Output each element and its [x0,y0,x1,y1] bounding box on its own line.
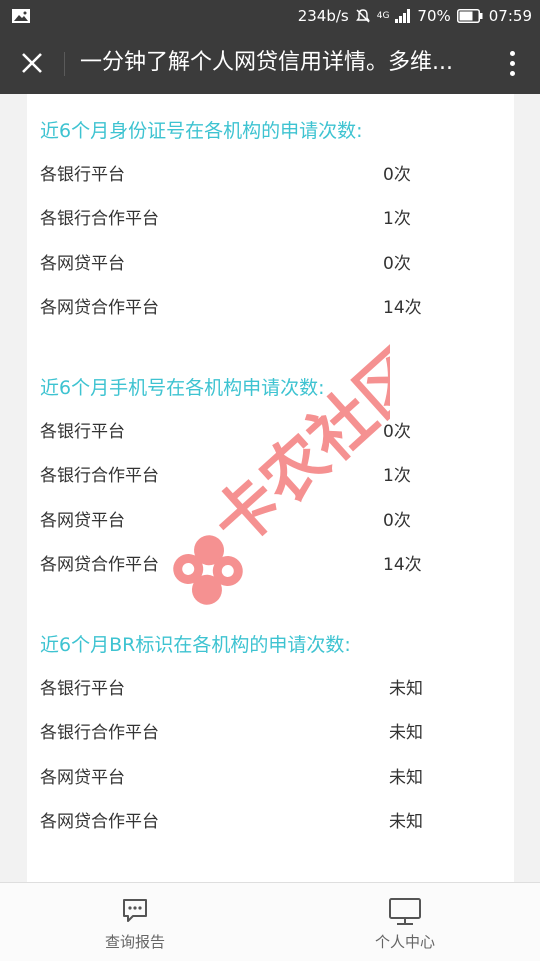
battery-icon [456,9,483,23]
table-row: 各银行合作平台 1次 [27,454,514,498]
row-value: 未知 [389,812,423,832]
net-speed: 234b/s [297,7,349,25]
row-label: 各银行平台 [40,165,125,185]
signal-icon [395,9,411,23]
more-dot-icon [509,60,515,66]
row-value: 未知 [389,723,423,743]
table-row: 各网贷平台 0次 [27,499,514,543]
row-label: 各银行平台 [40,679,125,699]
section-heading: 近6个月身份证号在各机构的申请次数: [40,120,363,142]
section-heading: 近6个月手机号在各机构申请次数: [40,377,325,399]
table-row: 各网贷合作平台 14次 [27,543,514,587]
row-label: 各网贷平台 [40,511,125,531]
bottom-nav: 查询报告 个人中心 [0,882,540,961]
nav-label: 查询报告 [104,933,165,951]
row-label: 各网贷合作平台 [40,555,159,575]
row-value: 14次 [383,298,422,318]
mute-icon [355,9,370,23]
image-notification-icon [12,9,30,23]
row-value: 0次 [383,422,411,442]
more-dot-icon [509,50,515,56]
message-icon [123,899,147,922]
row-value: 14次 [383,555,422,575]
table-row: 各银行合作平台 1次 [27,197,514,241]
table-row: 各网贷平台 未知 [27,756,514,800]
row-label: 各网贷平台 [40,768,125,788]
table-row: 各网贷平台 0次 [27,242,514,286]
table-row: 各银行平台 0次 [27,410,514,454]
row-value: 1次 [383,209,411,229]
row-value: 未知 [389,768,423,788]
page-title: 一分钟了解个人网贷信用详情。多维... [80,50,453,75]
nav-query-report[interactable]: 查询报告 [35,883,235,961]
report-content: 近6个月身份证号在各机构的申请次数: 各银行平台 0次 各银行合作平台 1次 各… [27,94,514,882]
clock: 07:59 [488,7,532,25]
row-value: 未知 [389,679,423,699]
more-dot-icon [509,70,515,76]
status-right: 234b/s 4G 70% 07:59 [298,0,532,32]
row-label: 各网贷合作平台 [40,812,159,832]
row-label: 各银行平台 [40,422,125,442]
nav-label: 个人中心 [374,933,435,951]
nav-personal-center[interactable]: 个人中心 [305,883,505,961]
row-value: 0次 [383,254,411,274]
monitor-icon [389,898,421,925]
close-button[interactable] [10,41,54,85]
table-row: 各网贷合作平台 14次 [27,286,514,330]
more-menu-button[interactable] [496,41,528,85]
close-icon [22,53,42,73]
title-bar: 一分钟了解个人网贷信用详情。多维... [0,32,540,94]
status-bar: 234b/s 4G 70% 07:59 [0,0,540,32]
row-value: 0次 [383,165,411,185]
table-row: 各银行合作平台 未知 [27,711,514,755]
row-label: 各网贷合作平台 [40,298,159,318]
row-label: 各银行合作平台 [40,466,159,486]
row-label: 各银行合作平台 [40,209,159,229]
row-label: 各银行合作平台 [40,723,159,743]
row-value: 1次 [383,466,411,486]
row-label: 各网贷平台 [40,254,125,274]
table-row: 各网贷合作平台 未知 [27,800,514,844]
table-row: 各银行平台 0次 [27,153,514,197]
row-value: 0次 [383,511,411,531]
network-type: 4G [376,11,390,21]
section-heading: 近6个月BR标识在各机构的申请次数: [40,634,351,656]
table-row: 各银行平台 未知 [27,667,514,711]
title-divider [64,52,65,76]
battery-percent: 70% [417,7,451,25]
